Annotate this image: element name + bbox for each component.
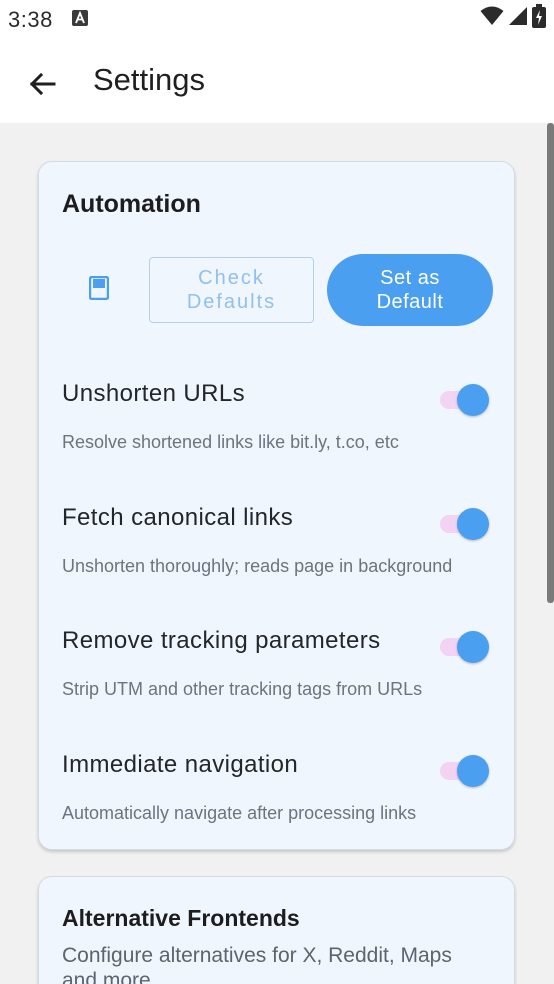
set-as-default-button[interactable]: Set as Default: [327, 254, 493, 326]
settings-screen: 3:38 Settings Automation Check Defaults …: [0, 0, 554, 984]
wifi-icon: [480, 6, 504, 31]
page-title: Settings: [93, 62, 206, 97]
a-icon: [72, 10, 88, 26]
signal-icon: [508, 6, 528, 31]
fetch-canonical-links-toggle[interactable]: [438, 508, 490, 540]
setting-label: Remove tracking parameters: [62, 627, 381, 654]
status-bar: 3:38: [0, 0, 554, 40]
setting-remove-tracking-parameters: Remove tracking parameters Strip UTM and…: [39, 627, 516, 737]
bookmark-button[interactable]: [85, 274, 113, 306]
app-bar: Settings: [0, 40, 554, 123]
scrollbar[interactable]: [547, 123, 554, 603]
setting-label: Unshorten URLs: [62, 380, 246, 407]
automation-card: Automation Check Defaults Set as Default…: [38, 161, 515, 850]
arrow-back-icon: [28, 72, 56, 101]
alternative-frontends-card[interactable]: Alternative Frontends Configure alternat…: [38, 876, 515, 984]
toggle-thumb: [457, 508, 489, 540]
status-icons: [480, 3, 546, 33]
setting-description: Unshorten thoroughly; reads page in back…: [62, 556, 453, 576]
settings-content[interactable]: Automation Check Defaults Set as Default…: [0, 123, 554, 984]
card-title: Alternative Frontends: [62, 905, 300, 931]
battery-icon: [532, 3, 546, 33]
bookmark-icon: [88, 275, 110, 305]
setting-label: Immediate navigation: [62, 751, 299, 778]
setting-description: Resolve shortened links like bit.ly, t.c…: [62, 432, 399, 452]
setting-immediate-navigation: Immediate navigation Automatically navig…: [39, 751, 516, 861]
status-time: 3:38: [8, 7, 53, 32]
setting-description: Automatically navigate after processing …: [62, 803, 417, 823]
toggle-thumb: [457, 384, 489, 416]
toggle-thumb: [457, 755, 489, 787]
unshorten-urls-toggle[interactable]: [438, 384, 490, 416]
remove-tracking-parameters-toggle[interactable]: [438, 631, 490, 663]
back-button[interactable]: [20, 64, 64, 108]
immediate-navigation-toggle[interactable]: [438, 755, 490, 787]
setting-label: Fetch canonical links: [62, 504, 294, 531]
setting-fetch-canonical-links: Fetch canonical links Unshorten thorough…: [39, 504, 516, 614]
toggle-thumb: [457, 631, 489, 663]
setting-unshorten-urls: Unshorten URLs Resolve shortened links l…: [39, 380, 516, 490]
setting-description: Strip UTM and other tracking tags from U…: [62, 679, 423, 699]
check-defaults-button[interactable]: Check Defaults: [149, 257, 314, 323]
card-title: Automation: [62, 190, 201, 218]
card-subtitle: Configure alternatives for X, Reddit, Ma…: [62, 944, 452, 984]
